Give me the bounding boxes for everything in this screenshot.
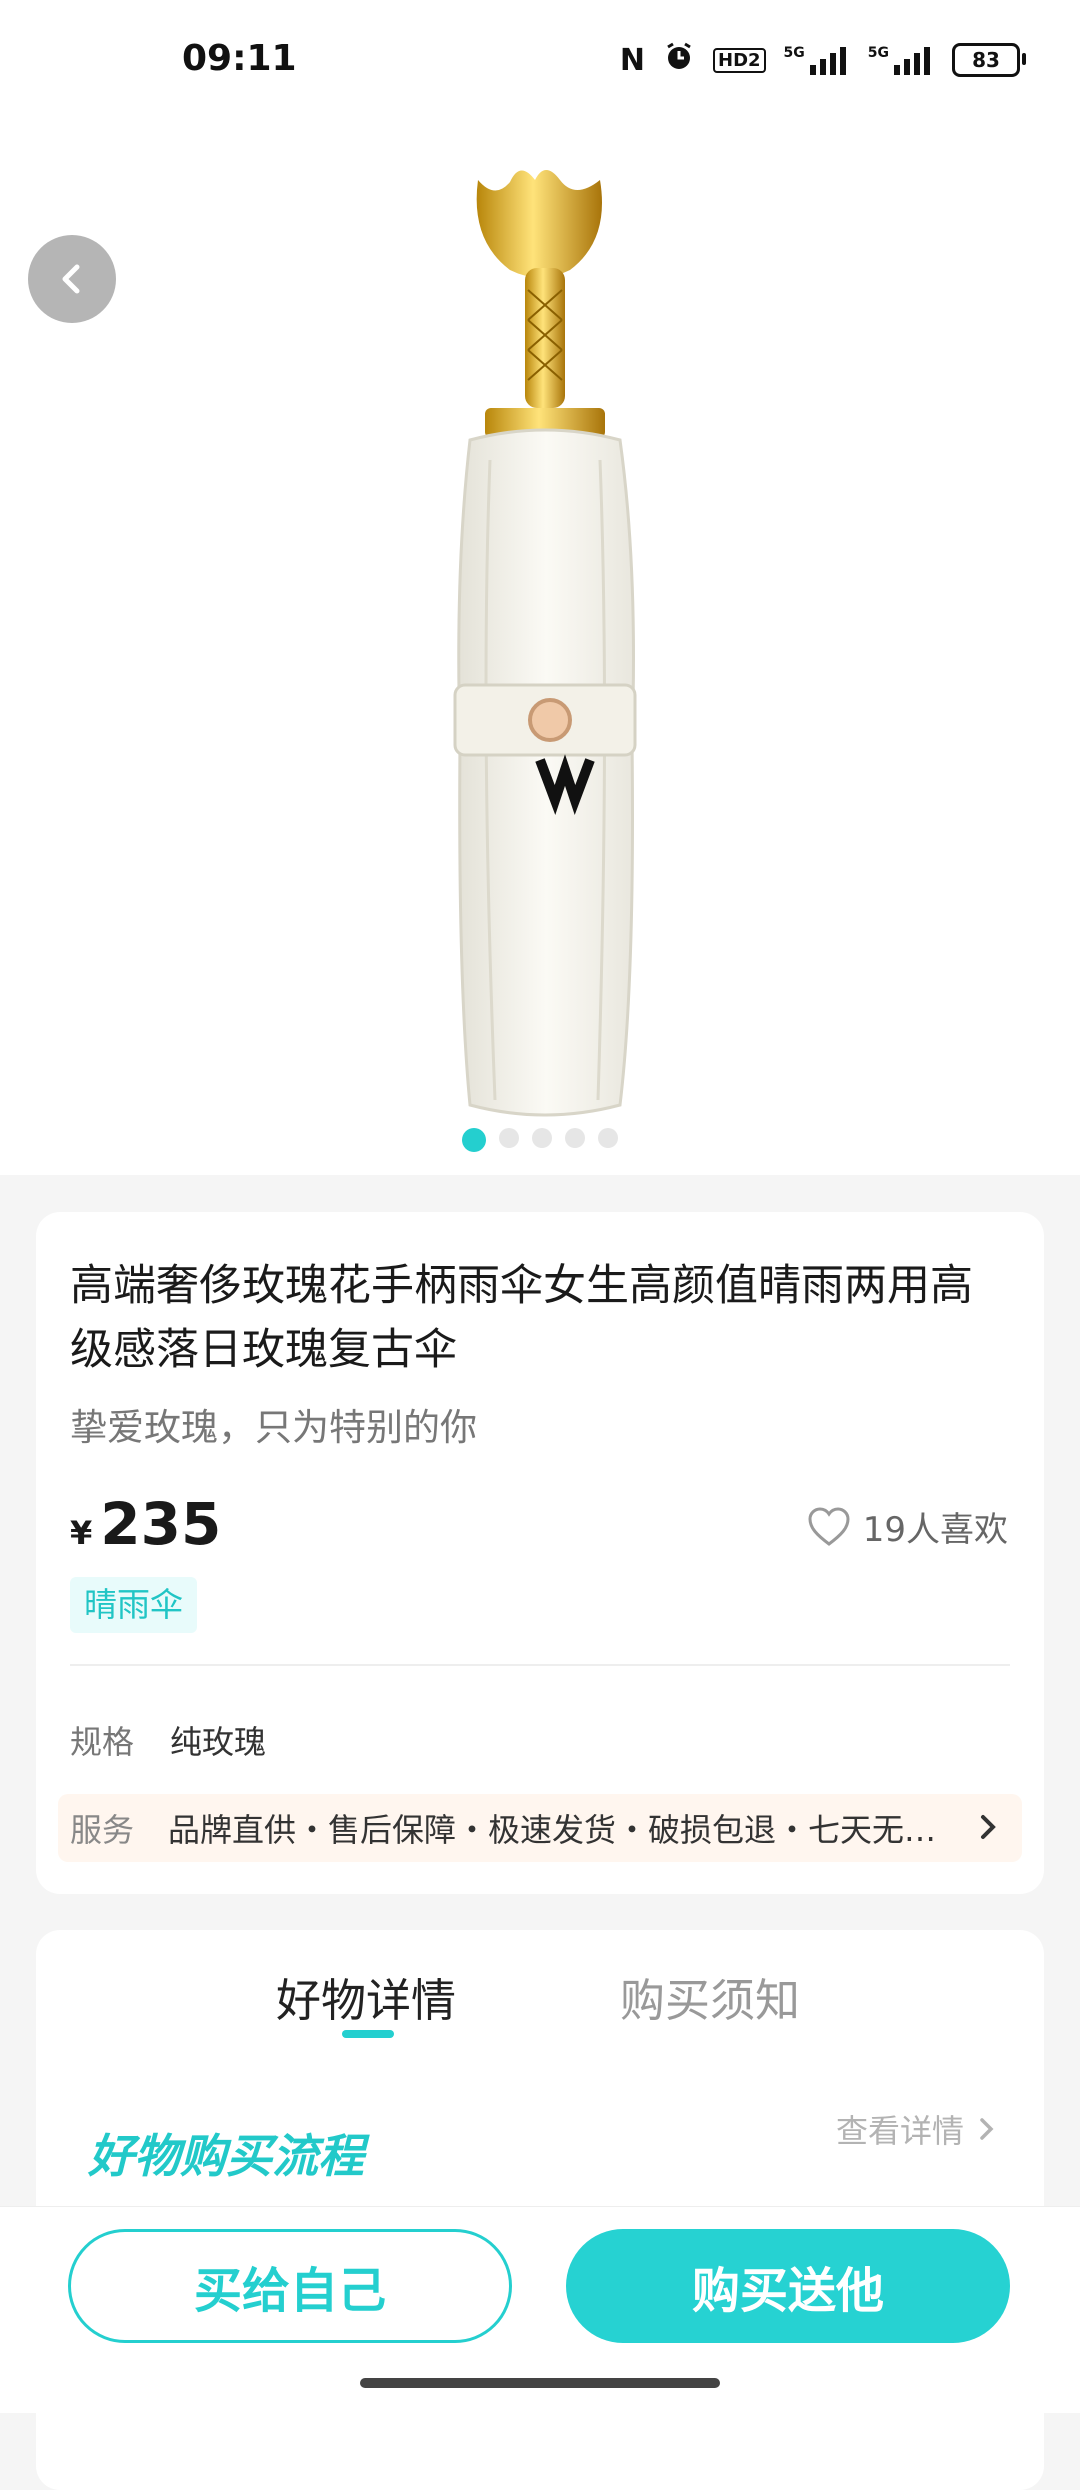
service-text: 品牌直供・售后保障・极速发货・破损包退・七天无理由退换	[168, 1811, 969, 1849]
like-button[interactable]: 19人喜欢	[807, 1502, 1008, 1551]
network-label-2: 5G	[867, 45, 889, 61]
category-tag: 晴雨伞	[70, 1577, 197, 1633]
signal-icon: 5G	[784, 45, 850, 75]
battery-icon: 83	[952, 43, 1026, 77]
spec-value: 纯玫瑰	[170, 1723, 267, 1761]
spec-label: 规格	[70, 1723, 135, 1761]
status-bar: 09:11 N HD2 5G 5G 83	[0, 0, 1080, 120]
price: ¥ 235	[70, 1490, 221, 1558]
view-detail-link[interactable]: 查看详情	[836, 2106, 1000, 2152]
carousel-indicator	[0, 1128, 1080, 1152]
spec-row[interactable]: 规格 纯玫瑰	[70, 1717, 266, 1763]
tab-indicator	[342, 2030, 394, 2038]
hd-icon: HD2	[713, 47, 766, 73]
carousel-dot[interactable]	[565, 1128, 585, 1148]
product-subtitle: 挚爱玫瑰，只为特别的你	[70, 1406, 477, 1449]
home-indicator[interactable]	[360, 2378, 720, 2388]
carousel-dot[interactable]	[499, 1128, 519, 1148]
carousel-dot[interactable]	[532, 1128, 552, 1148]
tab-product-details[interactable]: 好物详情	[276, 1964, 456, 2029]
service-row[interactable]: 服务 品牌直供・售后保障・极速发货・破损包退・七天无理由退换	[58, 1794, 1022, 1862]
alarm-icon	[663, 41, 695, 79]
like-count: 19人喜欢	[862, 1510, 1008, 1550]
purchase-flow-title: 好物购买流程	[88, 2129, 364, 2183]
product-image[interactable]	[0, 120, 1080, 1175]
divider	[70, 1664, 1010, 1666]
heart-icon	[808, 1506, 850, 1546]
price-value: 235	[100, 1490, 222, 1558]
nfc-icon: N	[619, 42, 645, 78]
view-detail-label: 查看详情	[835, 2112, 964, 2150]
tab-purchase-notes[interactable]: 购买须知	[620, 1964, 800, 2029]
chevron-left-icon	[62, 264, 80, 294]
product-title: 高端奢侈玫瑰花手柄雨伞女生高颜值晴雨两用高级感落日玫瑰复古伞	[70, 1261, 973, 1375]
chevron-right-icon	[980, 2118, 994, 2140]
back-button[interactable]	[28, 235, 116, 323]
status-time: 09:11	[182, 38, 297, 79]
chevron-right-icon	[981, 1815, 996, 1839]
buy-as-gift-button[interactable]: 购买送他	[566, 2229, 1010, 2343]
carousel-dot[interactable]	[462, 1128, 486, 1152]
currency-symbol: ¥	[70, 1514, 93, 1552]
status-icons: N HD2 5G 5G 83	[619, 40, 1026, 80]
carousel-dot[interactable]	[598, 1128, 618, 1148]
signal-icon-2: 5G	[868, 45, 934, 75]
buy-for-self-button[interactable]: 买给自己	[68, 2229, 512, 2343]
service-label: 服务	[70, 1811, 135, 1849]
battery-level: 83	[972, 48, 1000, 72]
network-label: 5G	[783, 45, 805, 61]
umbrella-image	[453, 170, 637, 1117]
product-info-card: 高端奢侈玫瑰花手柄雨伞女生高颜值晴雨两用高级感落日玫瑰复古伞 挚爱玫瑰，只为特别…	[36, 1212, 1044, 1894]
